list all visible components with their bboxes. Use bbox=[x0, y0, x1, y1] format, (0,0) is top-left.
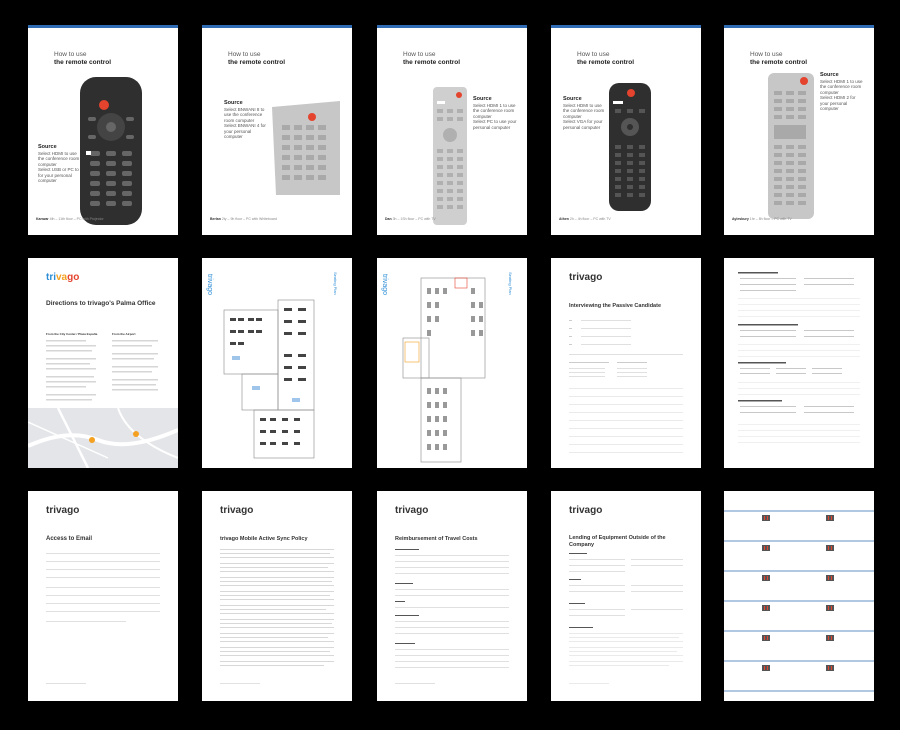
interview-page: trivago Interviewing the Passive Candida… bbox=[551, 258, 701, 468]
label-grid bbox=[724, 510, 874, 692]
label-sheet-page bbox=[724, 491, 874, 701]
floor-plan-drawing: trivago Seating Plan bbox=[206, 272, 338, 459]
remote-page-athen: How to use the remote control Source Selec… bbox=[551, 25, 701, 235]
svg-text:Seating Plan: Seating Plan bbox=[333, 272, 338, 295]
svg-text:Seating Plan: Seating Plan bbox=[508, 272, 513, 295]
travel-costs-page: trivago Reimbursement of Travel Costs bbox=[377, 491, 527, 701]
travel-form-lines bbox=[395, 549, 509, 684]
floor-plan-page-1: trivago Seating Plan bbox=[202, 258, 352, 468]
remote-page-dan: How to use the remote control Source Selec… bbox=[377, 25, 527, 235]
source-callout: Source Select HDMI to use the conference … bbox=[563, 96, 605, 130]
directions-page: trivago Directions to trivago's Palma Of… bbox=[28, 258, 178, 468]
lending-form-lines bbox=[569, 553, 683, 684]
page-footer: Aylesbury 1hr – 8h floor – PC with TV bbox=[732, 217, 792, 221]
remote-illustration bbox=[433, 87, 467, 225]
questions-form-lines bbox=[738, 272, 860, 443]
remote-illustration bbox=[80, 77, 142, 225]
source-callout: Source Select HDMI 1 to use the conferenc… bbox=[820, 72, 863, 111]
email-form-lines bbox=[46, 553, 160, 684]
source-callout: Source Select BNWANI 8 to use the confere… bbox=[224, 100, 266, 139]
remote-page-berlan: How to use the remote control Source Selec… bbox=[202, 25, 352, 235]
remote-illustration bbox=[768, 73, 814, 219]
page-footer: Athen 2h – 4h floor – PC with TV bbox=[559, 217, 611, 221]
access-to-email-page: trivago Access to Email bbox=[28, 491, 178, 701]
svg-text:trivago: trivago bbox=[381, 274, 388, 295]
policy-text-lines bbox=[220, 549, 334, 684]
floor-plan-page-2: trivago Seating Plan bbox=[377, 258, 527, 468]
lending-equipment-page: trivago Lending of Equipment Outside of … bbox=[551, 491, 701, 701]
remote-illustration bbox=[609, 83, 651, 211]
questions-page bbox=[724, 258, 874, 468]
svg-text:trivago: trivago bbox=[206, 274, 213, 295]
floor-plan-drawing: trivago Seating Plan bbox=[381, 272, 513, 463]
page-footer: Dan 3h – 1Sh floor – PC with TV bbox=[385, 217, 436, 221]
mobile-policy-page: trivago trivago Mobile Active Sync Polic… bbox=[202, 491, 352, 701]
page-footer: Berlan 2ty – 9h floor – PC with Whiteboa… bbox=[210, 217, 277, 221]
directions-text-and-map bbox=[28, 340, 178, 468]
source-callout: Source Select HDMI 1 to use the conferenc… bbox=[473, 96, 517, 130]
interview-form-lines bbox=[569, 320, 683, 453]
page-footer: Kanwar 4th – 11th floor – PC with Projec… bbox=[36, 217, 104, 221]
remote-page-kanwar: How to use the remote control Source Selec… bbox=[28, 25, 178, 235]
remote-page-aylesbury: How to use the remote control Source Selec… bbox=[724, 25, 874, 235]
source-callout: Source Select HDMI to use the conference … bbox=[38, 144, 80, 183]
